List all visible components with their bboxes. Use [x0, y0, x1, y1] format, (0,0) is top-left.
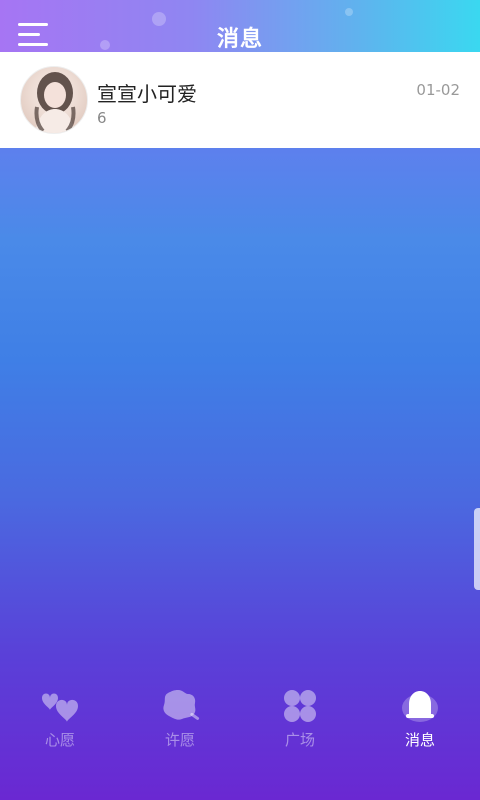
tab-wishes[interactable]: 心愿: [0, 680, 120, 760]
four-leaf-grid-icon: [284, 690, 316, 722]
bottom-tab-bar: 心愿 许愿 广场 消息: [0, 680, 480, 760]
wish-flower-icon: [163, 690, 200, 720]
message-preview: 6: [97, 109, 107, 127]
message-sender-name: 宣宣小可爱: [97, 82, 197, 106]
tab-messages[interactable]: 消息: [360, 680, 480, 760]
decor-dot: [345, 8, 353, 16]
side-scroll-handle[interactable]: [474, 508, 480, 590]
tab-label: 消息: [404, 731, 435, 749]
message-list-item[interactable]: 宣宣小可爱 6 01-02: [0, 52, 480, 148]
page-title: 消息: [216, 27, 263, 52]
bell-icon: [402, 691, 438, 722]
tab-square[interactable]: 广场: [240, 680, 360, 760]
avatar[interactable]: [20, 66, 88, 134]
message-date: 01-02: [416, 81, 460, 99]
app-header: 消息: [0, 0, 480, 52]
tab-label: 心愿: [44, 731, 75, 749]
tab-make-wish[interactable]: 许愿: [120, 680, 240, 760]
tab-label: 许愿: [164, 731, 195, 749]
hearts-icon: [42, 693, 78, 722]
tab-label: 广场: [284, 731, 315, 749]
